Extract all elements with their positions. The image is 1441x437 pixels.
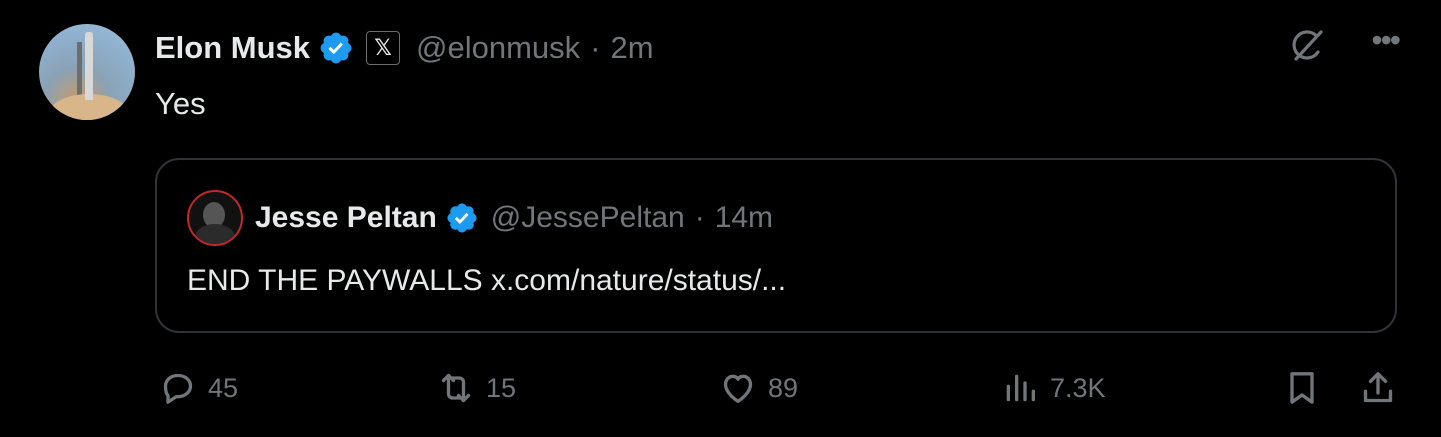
action-bar: 45 15 89 7.3K <box>0 362 1441 414</box>
avatar-tower-graphic <box>77 42 82 102</box>
author-handle[interactable]: @elonmusk <box>416 30 580 66</box>
author-name[interactable]: Elon Musk <box>155 30 310 66</box>
author-avatar[interactable] <box>39 24 135 120</box>
quoted-post[interactable]: Jesse Peltan @JessePeltan · 14m END THE … <box>155 158 1397 333</box>
repost-count: 15 <box>486 372 517 403</box>
views-icon <box>1006 374 1035 402</box>
quoted-author-name: Jesse Peltan <box>255 201 437 234</box>
like-count: 89 <box>768 372 799 403</box>
verified-badge-icon <box>447 203 477 233</box>
verified-badge-icon[interactable] <box>318 30 354 66</box>
reply-count: 45 <box>208 372 239 403</box>
quoted-author-avatar[interactable] <box>187 190 243 246</box>
views-button[interactable]: 7.3K <box>1000 362 1106 414</box>
more-icon[interactable]: ••• <box>1371 24 1401 56</box>
reply-button[interactable]: 45 <box>158 362 238 414</box>
like-icon <box>723 374 753 403</box>
share-icon <box>1363 372 1393 403</box>
x-affiliate-icon[interactable]: 𝕏 <box>366 31 401 65</box>
separator-dot: · <box>590 30 601 65</box>
separator-dot: · <box>694 201 705 234</box>
post-text: Yes <box>155 86 206 121</box>
retweet-icon <box>441 373 471 403</box>
quoted-post-text: END THE PAYWALLS x.com/nature/status/... <box>187 264 787 297</box>
like-button[interactable]: 89 <box>718 362 798 414</box>
views-count: 7.3K <box>1050 372 1106 403</box>
avatar-body-graphic <box>195 224 235 244</box>
quoted-author-handle: @JessePeltan <box>490 201 685 234</box>
reply-icon <box>163 373 193 404</box>
quoted-post-header: Jesse Peltan @JessePeltan · 14m <box>255 198 773 238</box>
post-header: Elon Musk 𝕏 @elonmusk · 2m <box>155 26 654 70</box>
share-button[interactable] <box>1358 362 1398 414</box>
avatar-rocket-graphic <box>85 32 93 100</box>
repost-button[interactable]: 15 <box>436 362 516 414</box>
post-top-actions: ••• <box>1287 24 1401 66</box>
bookmark-button[interactable] <box>1282 362 1322 414</box>
bookmark-icon <box>1290 372 1314 404</box>
post-time[interactable]: 2m <box>611 30 654 66</box>
grok-icon[interactable] <box>1287 26 1327 66</box>
quoted-post-time: 14m <box>714 201 774 234</box>
